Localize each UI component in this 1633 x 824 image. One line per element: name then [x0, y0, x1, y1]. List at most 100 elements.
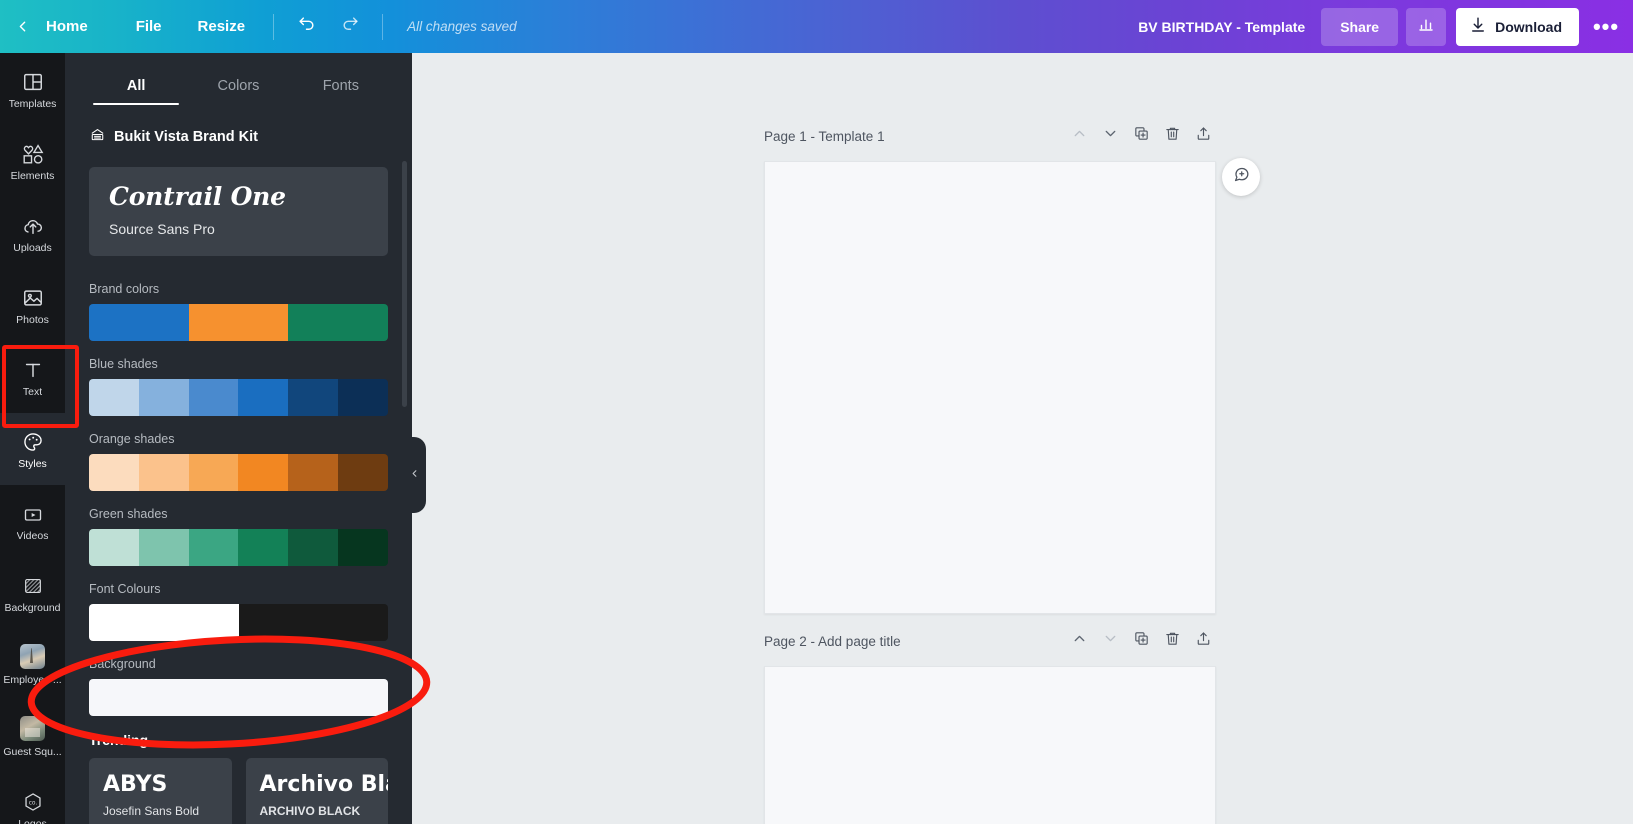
- export-page-button-2[interactable]: [1191, 629, 1216, 654]
- panel-scrollbar[interactable]: [402, 161, 407, 407]
- swatch-font-0[interactable]: [89, 604, 239, 642]
- export-page-button-1[interactable]: [1191, 124, 1216, 149]
- swatch-brand-2[interactable]: [288, 304, 388, 342]
- swatch-row-brand[interactable]: [89, 304, 388, 342]
- sidebar-label-text: Text: [22, 387, 43, 398]
- home-button[interactable]: Home: [44, 7, 118, 47]
- export-page-icon: [1195, 125, 1212, 147]
- swatch-blue-4[interactable]: [288, 379, 339, 417]
- tab-colors[interactable]: Colors: [187, 78, 289, 105]
- swatch-row-background[interactable]: [89, 679, 388, 717]
- duplicate-page-button-1[interactable]: [1129, 124, 1154, 149]
- upload-cloud-icon: [21, 212, 45, 237]
- swatch-blue-3[interactable]: [238, 379, 289, 417]
- sidebar-item-guest-folder[interactable]: Guest Squ...: [0, 701, 65, 773]
- color-group-blue: Blue shades: [89, 357, 388, 417]
- trending-card-0[interactable]: ABYS Josefin Sans Bold: [89, 758, 232, 824]
- move-page-up-button-1[interactable]: [1067, 124, 1092, 149]
- swatch-brand-1[interactable]: [188, 304, 289, 342]
- page-canvas-2[interactable]: [764, 666, 1216, 824]
- folder-photo-thumb-a-icon: [20, 644, 45, 670]
- left-rail: Templates Elements Uploads Photos Text S…: [0, 53, 65, 824]
- download-button[interactable]: Download: [1456, 7, 1579, 46]
- swatch-row-blue[interactable]: [89, 379, 388, 417]
- brand-kit-title: Bukit Vista Brand Kit: [114, 129, 258, 145]
- swatch-blue-2[interactable]: [188, 379, 239, 417]
- swatch-orange-2[interactable]: [188, 454, 239, 492]
- swatch-green-0[interactable]: [89, 529, 139, 567]
- sidebar-item-uploads[interactable]: Uploads: [0, 197, 65, 269]
- file-menu[interactable]: File: [118, 7, 180, 47]
- toolbar-divider-2: [382, 13, 384, 40]
- brand-font-primary: Contrail One: [109, 182, 286, 211]
- swatch-blue-1[interactable]: [138, 379, 189, 417]
- stats-button[interactable]: [1406, 7, 1447, 46]
- swatch-brand-0[interactable]: [89, 304, 189, 342]
- sidebar-label-logos: Logos: [18, 819, 47, 824]
- folder-photo-thumb-b-icon: [20, 716, 45, 742]
- swatch-orange-0[interactable]: [89, 454, 139, 492]
- panel-collapse-handle[interactable]: [403, 437, 426, 513]
- redo-button[interactable]: [331, 8, 369, 46]
- sidebar-item-photos[interactable]: Photos: [0, 269, 65, 341]
- trending-card-1[interactable]: Archivo Blac ARCHIVO BLACK: [245, 758, 389, 824]
- delete-page-button-1[interactable]: [1160, 124, 1185, 149]
- tab-all[interactable]: All: [85, 78, 187, 105]
- swatch-green-2[interactable]: [188, 529, 239, 567]
- sidebar-item-templates[interactable]: Templates: [0, 53, 65, 125]
- duplicate-page-button-2[interactable]: [1129, 629, 1154, 654]
- sidebar-item-videos[interactable]: Videos: [0, 485, 65, 557]
- delete-page-button-2[interactable]: [1160, 629, 1185, 654]
- swatch-green-3[interactable]: [238, 529, 289, 567]
- swatch-row-green[interactable]: [89, 529, 388, 567]
- sidebar-item-text[interactable]: Text: [0, 341, 65, 413]
- swatch-orange-3[interactable]: [238, 454, 289, 492]
- swatch-orange-1[interactable]: [138, 454, 189, 492]
- trending-card-title-1: Archivo Blac: [259, 772, 389, 798]
- more-options-button[interactable]: •••: [1583, 8, 1629, 46]
- undo-button[interactable]: [287, 8, 325, 46]
- swatch-row-font-colours[interactable]: [89, 604, 388, 642]
- swatch-orange-5[interactable]: [338, 454, 388, 492]
- swatch-blue-0[interactable]: [89, 379, 139, 417]
- document-title[interactable]: BV BIRTHDAY - Template: [1138, 19, 1305, 35]
- sidebar-item-employee-folder[interactable]: Employee ...: [0, 629, 65, 701]
- tab-fonts[interactable]: Fonts: [290, 78, 392, 105]
- canvas-workspace: Page 1 - Template 1 Page 2 - Add page ti…: [412, 53, 1633, 824]
- page-title-1[interactable]: Page 1 - Template 1: [764, 129, 885, 144]
- sidebar-label-guest: Guest Squ...: [3, 747, 62, 758]
- page-title-2[interactable]: Page 2 - Add page title: [764, 634, 901, 649]
- bar-chart-icon: [1417, 15, 1435, 38]
- swatch-green-1[interactable]: [138, 529, 189, 567]
- color-group-label-green: Green shades: [89, 507, 168, 522]
- sidebar-label-styles: Styles: [18, 459, 47, 470]
- move-page-down-button-1[interactable]: [1098, 124, 1123, 149]
- share-button[interactable]: Share: [1321, 7, 1399, 46]
- move-down-icon: [1102, 125, 1119, 147]
- toolbar-divider: [273, 13, 275, 40]
- page-canvas-1[interactable]: [764, 161, 1216, 614]
- resize-button[interactable]: Resize: [180, 7, 264, 47]
- color-group-label-brand: Brand colors: [89, 282, 160, 297]
- move-page-up-button-2[interactable]: [1067, 629, 1092, 654]
- swatch-background-0[interactable]: [89, 679, 388, 717]
- swatch-font-1[interactable]: [238, 604, 388, 642]
- brand-font-card[interactable]: Contrail One Source Sans Pro: [89, 167, 388, 257]
- sidebar-item-styles[interactable]: Styles: [0, 413, 65, 485]
- swatch-row-orange[interactable]: [89, 454, 388, 492]
- sidebar-item-elements[interactable]: Elements: [0, 125, 65, 197]
- sidebar-item-logos[interactable]: co. Logos: [0, 773, 65, 824]
- sidebar-item-background[interactable]: Background: [0, 557, 65, 629]
- page-header-1: Page 1 - Template 1: [764, 121, 1216, 151]
- swatch-orange-4[interactable]: [288, 454, 339, 492]
- swatch-blue-5[interactable]: [338, 379, 388, 417]
- brand-kit-header[interactable]: Bukit Vista Brand Kit: [89, 126, 388, 148]
- sidebar-label-employee: Employee ...: [3, 675, 62, 686]
- download-label: Download: [1495, 18, 1562, 35]
- add-comment-button[interactable]: [1222, 158, 1260, 196]
- back-button[interactable]: [0, 0, 44, 53]
- panel-content: Bukit Vista Brand Kit Contrail One Sourc…: [65, 105, 412, 824]
- move-page-down-button-2[interactable]: [1098, 629, 1123, 654]
- swatch-green-5[interactable]: [338, 529, 388, 567]
- swatch-green-4[interactable]: [288, 529, 339, 567]
